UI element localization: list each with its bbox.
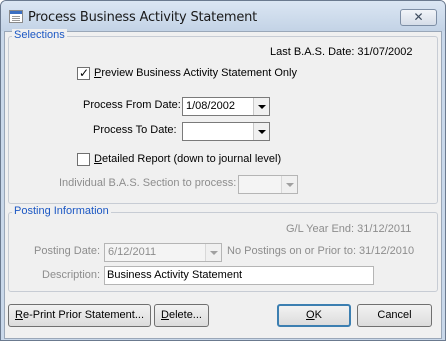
individual-section-label: Individual B.A.S. Section to process: bbox=[59, 177, 237, 189]
delete-text: elete... bbox=[168, 309, 202, 321]
individual-section-select bbox=[238, 175, 298, 194]
cancel-button[interactable]: Cancel bbox=[357, 304, 432, 327]
chevron-down-icon[interactable] bbox=[253, 98, 269, 115]
ok-button[interactable]: OK bbox=[277, 304, 351, 327]
close-icon: ✕ bbox=[413, 10, 424, 24]
process-to-label: Process To Date: bbox=[93, 124, 177, 136]
detailed-label-accel: D bbox=[94, 153, 102, 165]
checkmark-icon: ✓ bbox=[79, 66, 90, 80]
posting-info-group: Posting Information G/L Year End: 31/12/… bbox=[8, 205, 438, 292]
detailed-label-text: etailed Report (down to journal level) bbox=[101, 153, 282, 165]
detailed-report-label[interactable]: Detailed Report (down to journal level) bbox=[94, 153, 281, 165]
process-from-date-value: 1/08/2002 bbox=[186, 100, 235, 112]
delete-button[interactable]: Delete... bbox=[154, 304, 209, 327]
chevron-down-icon[interactable] bbox=[253, 123, 269, 140]
last-bas-date: Last B.A.S. Date: 31/07/2002 bbox=[270, 46, 413, 58]
cancel-text: Cancel bbox=[377, 309, 412, 321]
selections-group-title: Selections bbox=[12, 29, 67, 41]
dialog-window: Process Business Activity Statement ✕ Se… bbox=[0, 0, 446, 341]
posting-date-field: 6/12/2011 bbox=[104, 243, 222, 262]
dialog-body: Selections Last B.A.S. Date: 31/07/2002 … bbox=[4, 29, 442, 339]
description-field[interactable]: Business Activity Statement bbox=[104, 266, 374, 285]
ok-accel: O bbox=[306, 309, 315, 321]
posting-date-label: Posting Date: bbox=[34, 245, 101, 257]
chevron-down-icon bbox=[205, 244, 221, 261]
preview-label-text: review Business Activity Statement Only bbox=[101, 67, 297, 79]
process-from-date-field[interactable]: 1/08/2002 bbox=[182, 97, 270, 116]
title-bar[interactable]: Process Business Activity Statement ✕ bbox=[1, 1, 445, 31]
close-button[interactable]: ✕ bbox=[400, 9, 437, 26]
ok-text: K bbox=[314, 309, 322, 321]
reprint-text: e-Print Prior Statement... bbox=[22, 309, 144, 321]
selections-group: Selections Last B.A.S. Date: 31/07/2002 … bbox=[8, 29, 438, 204]
delete-accel: D bbox=[161, 309, 169, 321]
posting-date-value: 6/12/2011 bbox=[108, 246, 157, 258]
gl-year-end: G/L Year End: 31/12/2011 bbox=[286, 223, 412, 235]
reprint-accel: R bbox=[15, 309, 23, 321]
reprint-prior-statement-button[interactable]: Re-Print Prior Statement... bbox=[8, 304, 151, 327]
document-window-icon bbox=[9, 10, 23, 23]
detailed-report-checkbox[interactable] bbox=[77, 153, 90, 166]
process-to-date-field[interactable] bbox=[182, 122, 270, 141]
description-value: Business Activity Statement bbox=[107, 269, 243, 281]
posting-group-title: Posting Information bbox=[12, 205, 111, 217]
description-label: Description: bbox=[42, 269, 101, 281]
chevron-down-icon bbox=[281, 176, 297, 193]
window-title: Process Business Activity Statement bbox=[28, 10, 258, 25]
preview-label[interactable]: Preview Business Activity Statement Only bbox=[94, 67, 297, 79]
no-postings-note: No Postings on or Prior to: 31/12/2010 bbox=[227, 245, 415, 257]
preview-checkbox[interactable]: ✓ bbox=[77, 66, 90, 80]
process-from-label: Process From Date: bbox=[83, 99, 181, 111]
